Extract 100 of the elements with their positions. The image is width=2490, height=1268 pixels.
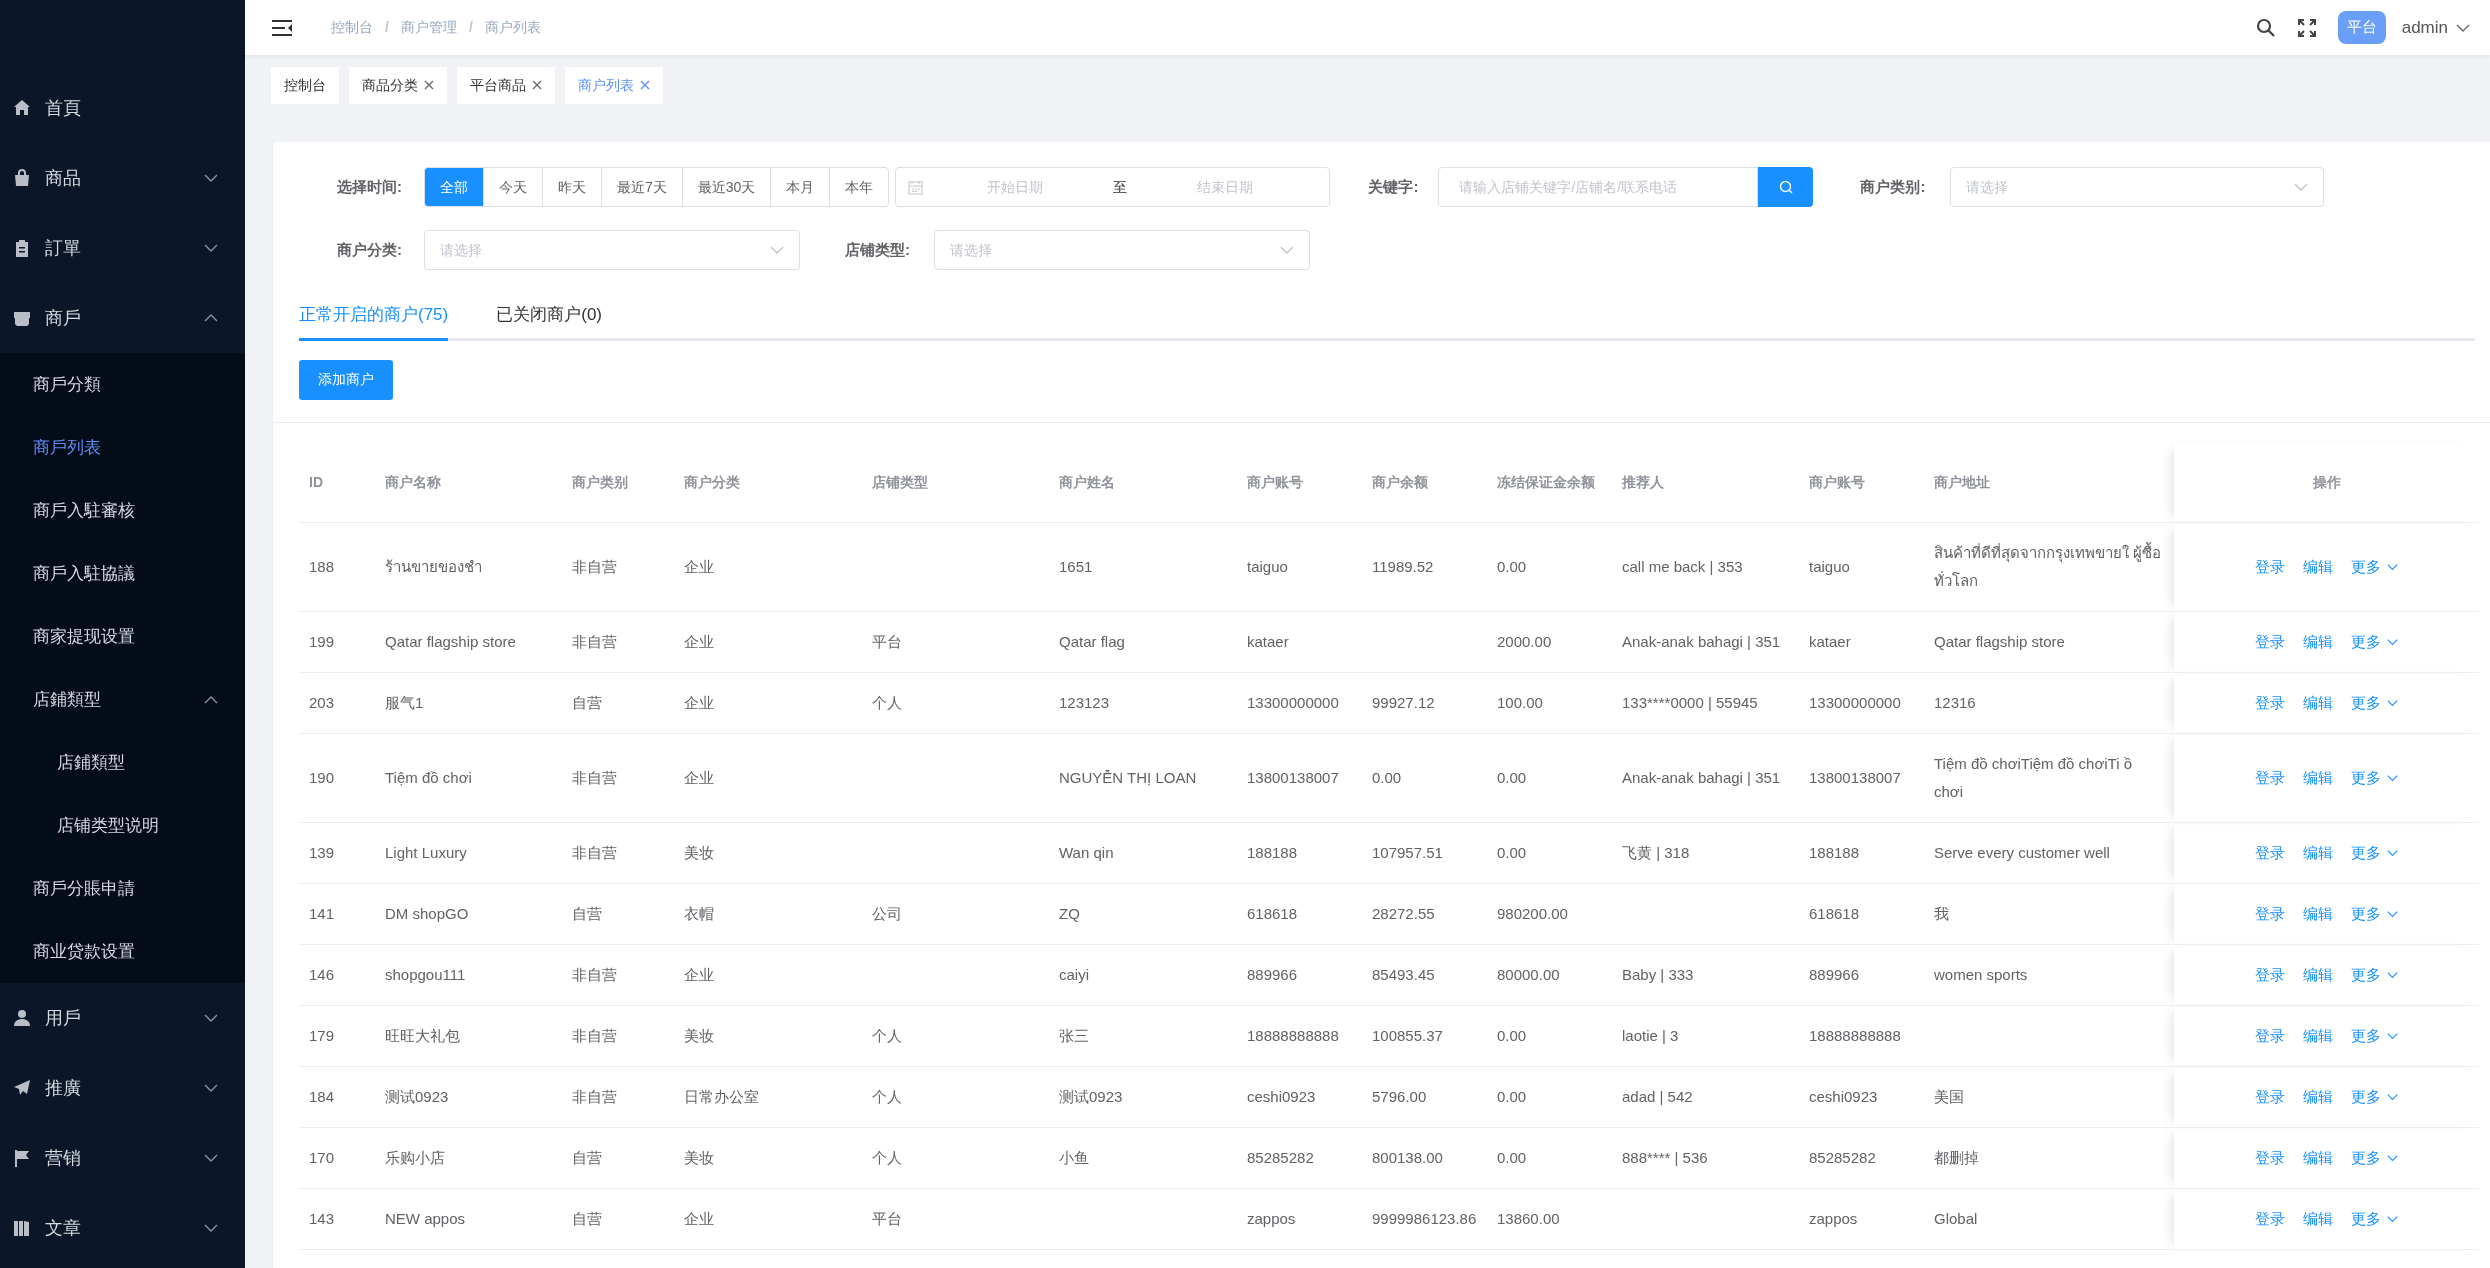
fullscreen-icon[interactable]	[2297, 18, 2316, 37]
action-link[interactable]: 登录	[2255, 1207, 2285, 1231]
menu-item[interactable]: 商戶	[0, 283, 245, 353]
more-dropdown-link[interactable]: 更多	[2351, 963, 2398, 987]
action-link[interactable]: 登录	[2255, 841, 2285, 865]
submenu-item[interactable]: 商戶入駐審核	[0, 479, 245, 542]
time-option[interactable]: 最近7天	[601, 167, 683, 207]
breadcrumb-link[interactable]: 商户管理	[400, 17, 457, 38]
action-link[interactable]: 编辑	[2303, 963, 2333, 987]
more-dropdown-link[interactable]: 更多	[2351, 766, 2398, 790]
table-cell: 889966	[1247, 966, 1298, 983]
select-field[interactable]: 请选择	[424, 230, 800, 270]
flag-icon	[13, 1149, 31, 1167]
menu-item[interactable]: 营销	[0, 1123, 245, 1193]
menu-fold-icon[interactable]	[271, 18, 293, 37]
menu-item[interactable]: 首頁	[0, 73, 245, 143]
add-merchant-button[interactable]: 添加商户	[299, 359, 393, 400]
search-button[interactable]	[1758, 167, 1814, 207]
menu-item[interactable]: 推廣	[0, 1053, 245, 1123]
field-label: 关键字:	[1368, 176, 1419, 197]
action-link[interactable]: 登录	[2255, 691, 2285, 715]
chevron-down-icon	[770, 246, 784, 254]
action-link[interactable]: 登录	[2255, 1146, 2285, 1170]
table-cell: 0.00	[1497, 844, 1527, 861]
more-dropdown-link[interactable]: 更多	[2351, 841, 2398, 865]
action-link[interactable]: 编辑	[2303, 1207, 2333, 1231]
store-icon	[13, 309, 31, 327]
time-option[interactable]: 本月	[770, 167, 831, 207]
table-cell: 123123	[1059, 694, 1110, 711]
close-icon[interactable]	[532, 80, 542, 90]
submenu-item[interactable]: 商家提现设置	[0, 605, 245, 668]
table-cell: 11989.52	[1372, 558, 1434, 575]
table-cell: 0.00	[1372, 769, 1402, 786]
time-option[interactable]: 本年	[829, 167, 890, 207]
close-icon[interactable]	[424, 80, 434, 90]
user-menu[interactable]: admin	[2401, 14, 2470, 41]
table-cell: 184	[309, 1088, 335, 1105]
submenu-item[interactable]: 商戶分賬申請	[0, 857, 245, 920]
time-option[interactable]: 今天	[483, 167, 543, 207]
breadcrumb-link[interactable]: 控制台	[331, 17, 373, 38]
date-range-field[interactable]: 开始日期 至 结束日期	[895, 167, 1331, 207]
select-field[interactable]: 请选择	[934, 230, 1310, 270]
more-dropdown-link[interactable]: 更多	[2351, 1207, 2398, 1231]
table-cell: 非自营	[572, 1027, 617, 1044]
table-cell: 9999986123.86	[1372, 1210, 1477, 1227]
more-dropdown-link[interactable]: 更多	[2351, 1085, 2398, 1109]
action-link[interactable]: 编辑	[2303, 1085, 2333, 1109]
action-link[interactable]: 编辑	[2303, 691, 2333, 715]
menu-item[interactable]: 訂單	[0, 213, 245, 283]
table-cell: 张三	[1059, 1027, 1089, 1044]
breadcrumb-link[interactable]: 商户列表	[484, 17, 541, 38]
table-cell: 99927.12	[1372, 694, 1435, 711]
action-link[interactable]: 编辑	[2303, 841, 2333, 865]
submenu-item[interactable]: 商戶分類	[0, 353, 245, 416]
time-option[interactable]: 全部	[424, 167, 484, 207]
more-dropdown-link[interactable]: 更多	[2351, 555, 2398, 579]
submenu-item[interactable]: 店铺类型说明	[0, 794, 245, 857]
time-option[interactable]: 昨天	[542, 167, 602, 207]
tab[interactable]: 正常开启的商户(75)	[299, 302, 449, 341]
action-link[interactable]: 登录	[2255, 902, 2285, 926]
tab[interactable]: 已关闭商户(0)	[496, 302, 602, 341]
action-link[interactable]: 编辑	[2303, 1146, 2333, 1170]
menu-item[interactable]: 店鋪類型	[0, 668, 245, 731]
menu-item[interactable]: 商品	[0, 143, 245, 213]
more-dropdown-link[interactable]: 更多	[2351, 1024, 2398, 1048]
more-dropdown-link[interactable]: 更多	[2351, 691, 2398, 715]
submenu-item[interactable]: 商戶列表	[0, 416, 245, 479]
time-option[interactable]: 最近30天	[681, 167, 772, 207]
action-link[interactable]: 编辑	[2303, 1024, 2333, 1048]
action-link[interactable]: 登录	[2255, 1024, 2285, 1048]
keyword-input[interactable]: 请输入店铺关键字/店铺名/联系电话	[1438, 167, 1759, 207]
close-icon[interactable]	[640, 80, 650, 90]
menu-item[interactable]: 用戶	[0, 983, 245, 1053]
chevron-down-icon	[2387, 1215, 2398, 1223]
more-dropdown-link[interactable]: 更多	[2351, 1146, 2398, 1170]
more-dropdown-link[interactable]: 更多	[2351, 630, 2398, 654]
action-link[interactable]: 登录	[2255, 766, 2285, 790]
action-link[interactable]: 编辑	[2303, 902, 2333, 926]
action-link[interactable]: 登录	[2255, 1085, 2285, 1109]
page-tag[interactable]: 控制台	[271, 66, 339, 104]
action-link[interactable]: 编辑	[2303, 630, 2333, 654]
action-link[interactable]: 登录	[2255, 963, 2285, 987]
select-field[interactable]: 请选择	[1950, 167, 2325, 207]
menu-item[interactable]: 文章	[0, 1193, 245, 1263]
search-icon[interactable]	[2255, 17, 2276, 38]
submenu-item[interactable]: 商戶入駐協議	[0, 542, 245, 605]
page-tag[interactable]: 商品分类	[349, 66, 447, 104]
page-tag[interactable]: 商户列表	[565, 66, 663, 104]
table-cell: 13800138007	[1809, 769, 1901, 786]
submenu-item[interactable]: 商业贷款设置	[0, 920, 245, 983]
more-dropdown-link[interactable]: 更多	[2351, 902, 2398, 926]
table-cell: 18888888888	[1809, 1027, 1901, 1044]
page-tag[interactable]: 平台商品	[457, 66, 555, 104]
table-cell: 0.00	[1497, 1149, 1527, 1166]
submenu-item[interactable]: 店鋪類型	[0, 731, 245, 794]
action-link[interactable]: 编辑	[2303, 766, 2333, 790]
action-link[interactable]: 登录	[2255, 630, 2285, 654]
table-cell: laotie | 3	[1622, 1027, 1679, 1044]
action-link[interactable]: 登录	[2255, 555, 2285, 579]
action-link[interactable]: 编辑	[2303, 555, 2333, 579]
